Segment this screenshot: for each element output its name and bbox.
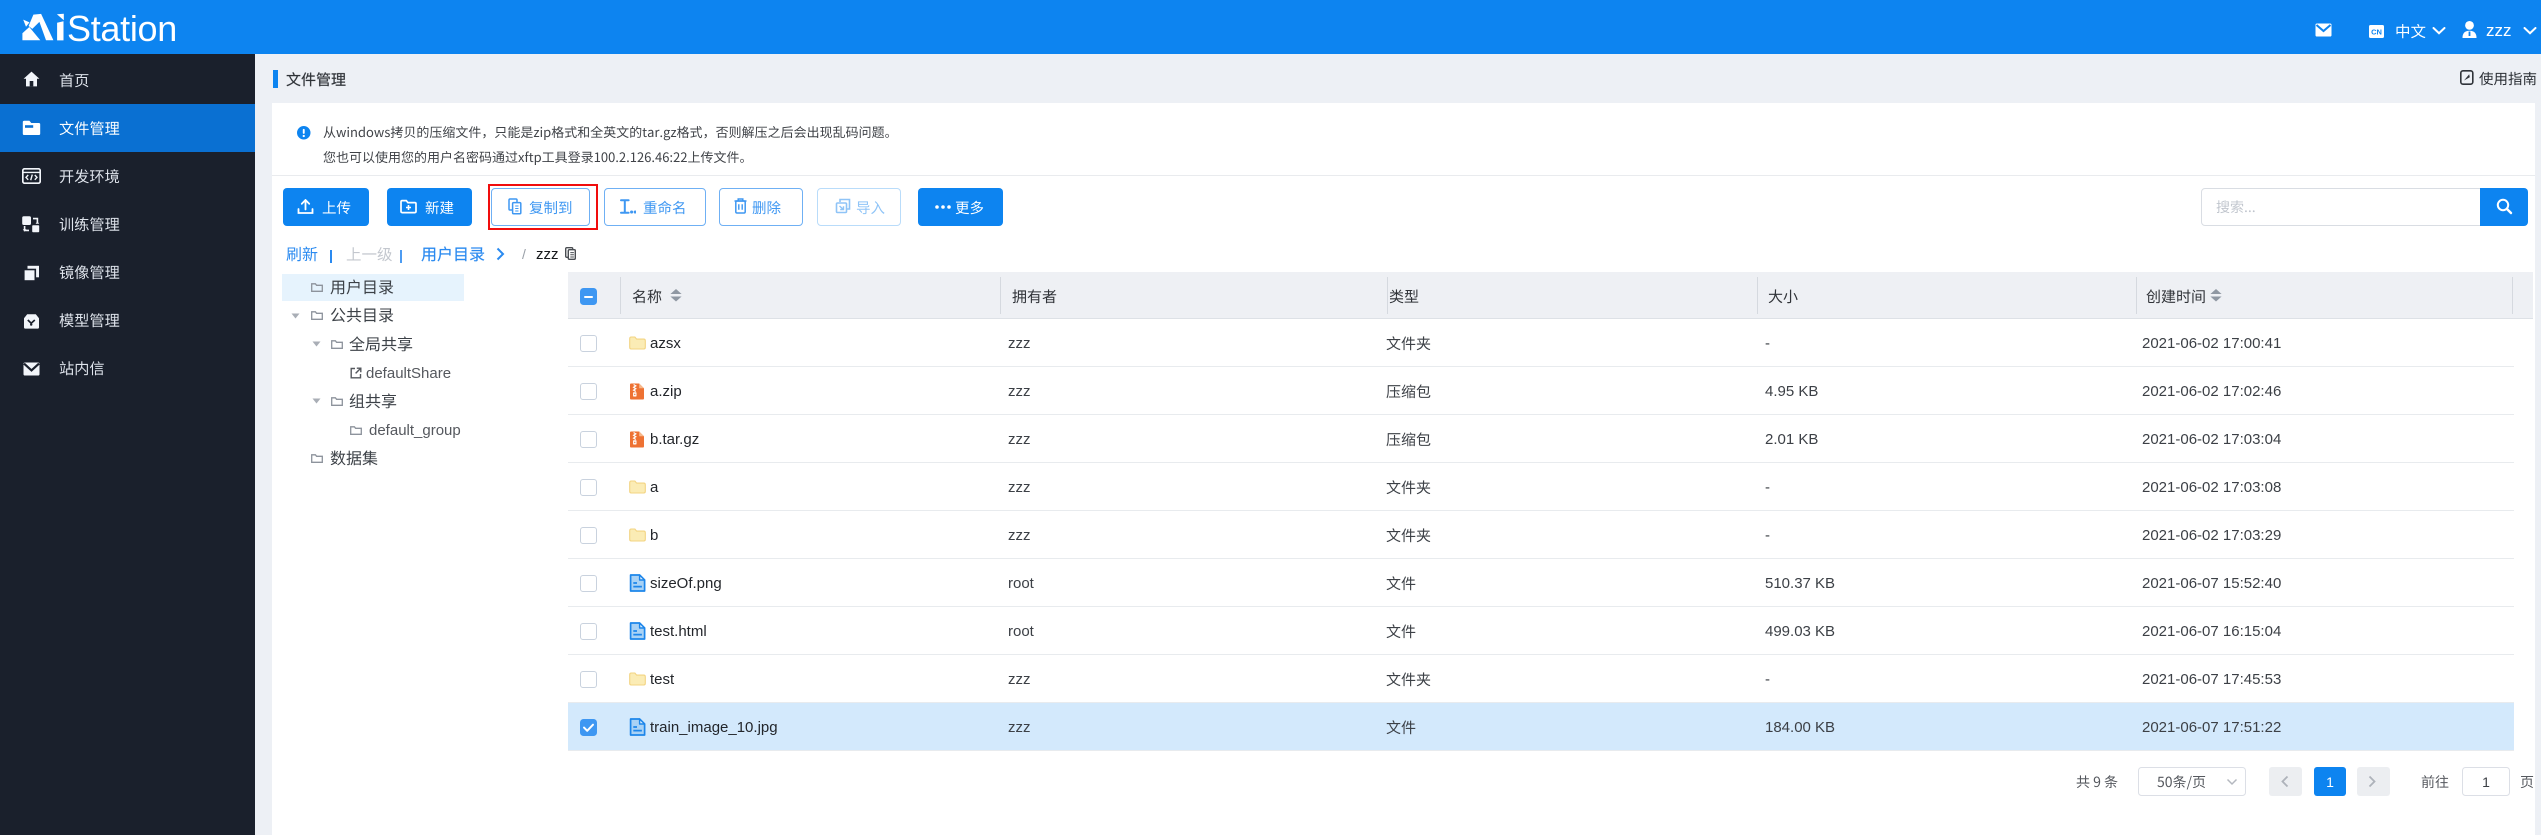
svg-text:2021-06-07 17:51:22: 2021-06-07 17:51:22 [2142,719,2281,736]
svg-text:2021-06-02 17:00:41: 2021-06-02 17:00:41 [2142,335,2281,352]
svg-text:root: root [1008,623,1035,640]
svg-text:2021-06-02 17:03:29: 2021-06-02 17:03:29 [2142,527,2281,544]
svg-text:test.html: test.html [650,623,707,640]
svg-text:zzz: zzz [1008,671,1031,688]
svg-text:azsx: azsx [650,335,681,352]
svg-text:defaultShare: defaultShare [366,365,451,382]
svg-text:zzz: zzz [1008,479,1031,496]
svg-text:Station: Station [67,8,177,49]
svg-text:b: b [650,527,658,544]
svg-text:CN: CN [2371,28,2382,37]
svg-text:-: - [1765,335,1770,352]
svg-text:-: - [1765,527,1770,544]
svg-text:b.tar.gz: b.tar.gz [650,431,699,448]
svg-text:-: - [1765,671,1770,688]
svg-text:a.zip: a.zip [650,383,682,400]
svg-text:1: 1 [2482,774,2490,790]
svg-text:2021-06-07 15:52:40: 2021-06-07 15:52:40 [2142,575,2281,592]
svg-text:4.95 KB: 4.95 KB [1765,383,1818,400]
svg-text:2021-06-02 17:02:46: 2021-06-02 17:02:46 [2142,383,2281,400]
svg-text:zzz: zzz [2486,21,2512,40]
svg-text:zzz: zzz [536,246,559,263]
svg-text:499.03 KB: 499.03 KB [1765,623,1835,640]
svg-text:test: test [650,671,675,688]
svg-text:2021-06-07 16:15:04: 2021-06-07 16:15:04 [2142,623,2281,640]
svg-text:2.01 KB: 2.01 KB [1765,431,1818,448]
svg-text:/: / [522,246,526,262]
svg-text:2021-06-02 17:03:04: 2021-06-02 17:03:04 [2142,431,2281,448]
svg-text:1: 1 [2326,774,2334,790]
svg-text:a: a [650,479,659,496]
svg-text:root: root [1008,575,1035,592]
svg-text:-: - [1765,479,1770,496]
svg-text:zzz: zzz [1008,719,1031,736]
svg-text:zzz: zzz [1008,383,1031,400]
svg-text:sizeOf.png: sizeOf.png [650,575,722,592]
svg-text:train_image_10.jpg: train_image_10.jpg [650,719,778,736]
svg-text:zzz: zzz [1008,431,1031,448]
svg-text:zzz: zzz [1008,527,1031,544]
svg-text:zzz: zzz [1008,335,1031,352]
svg-text:184.00 KB: 184.00 KB [1765,719,1835,736]
svg-text:default_group: default_group [369,422,461,439]
svg-text:2021-06-07 17:45:53: 2021-06-07 17:45:53 [2142,671,2281,688]
svg-text:510.37 KB: 510.37 KB [1765,575,1835,592]
svg-text:2021-06-02 17:03:08: 2021-06-02 17:03:08 [2142,479,2281,496]
